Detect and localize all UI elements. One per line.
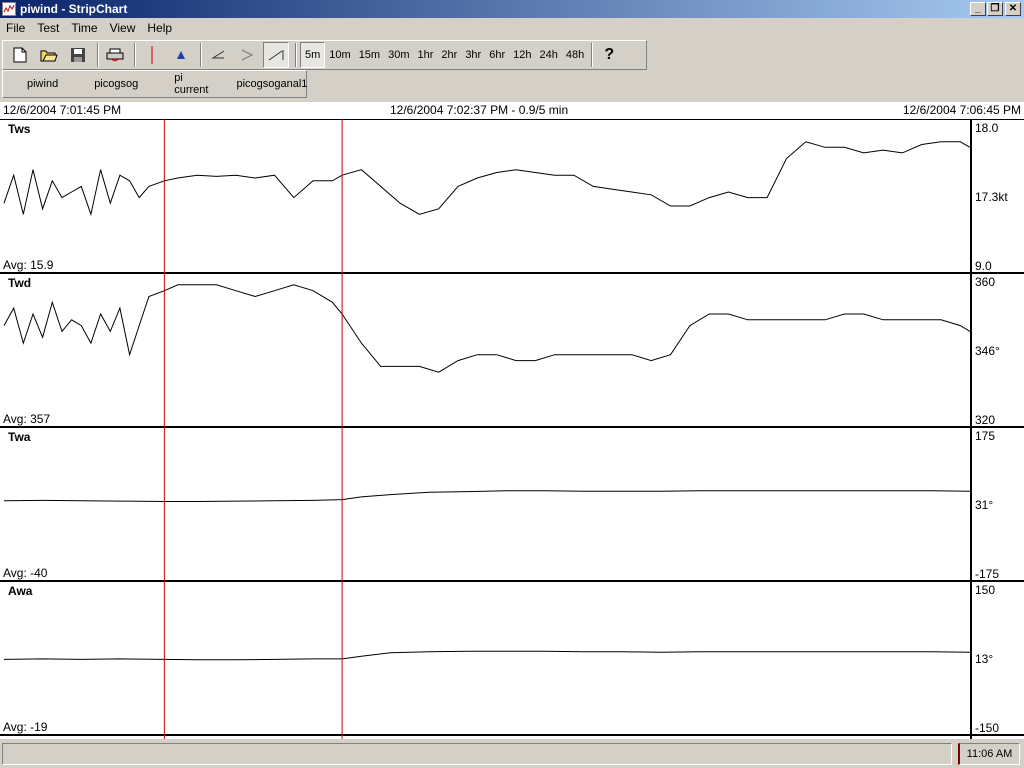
twd-axis-min: 320 [975, 413, 995, 427]
range-10m-button[interactable]: 10m [325, 42, 354, 68]
range-6hr-button[interactable]: 6hr [485, 42, 509, 68]
twa-series-name: Twa [8, 430, 31, 444]
twd-current-value: 346° [975, 344, 1000, 358]
range-48h-button[interactable]: 48h [562, 42, 588, 68]
start-time: 12/6/2004 7:01:45 PM [3, 103, 122, 117]
title-bar: piwind - StripChart _ ❐ ✕ [0, 0, 1024, 18]
tab-piwind[interactable]: piwind [3, 78, 70, 90]
range-24h-button[interactable]: 24h [535, 42, 561, 68]
tab-pi-current[interactable]: pi current [150, 72, 220, 96]
open-folder-icon[interactable] [36, 42, 62, 68]
range-30m-button[interactable]: 30m [384, 42, 413, 68]
twa-axis-min: -175 [975, 567, 999, 581]
awa-series-name: Awa [8, 584, 33, 598]
toolbar-separator [295, 43, 297, 67]
tws-current-value: 17.3kt [975, 190, 1008, 204]
tws-axis-max: 18.0 [975, 121, 999, 135]
tab-picogsog[interactable]: picogsog [70, 78, 150, 90]
app-chart-icon [2, 2, 16, 16]
save-icon[interactable] [65, 42, 91, 68]
tws-series-name: Tws [8, 122, 31, 136]
awa-series-line [3, 650, 971, 661]
twa-average-label: Avg: -40 [3, 566, 48, 580]
play-icon[interactable] [234, 42, 260, 68]
menu-bar: File Test Time View Help [0, 18, 1024, 38]
toolbar-separator [591, 43, 594, 67]
strip-chart-svg: Tws Avg: 15.9 18.0 17.3kt 9.0 Twd Avg: 357 360 3… [0, 118, 1024, 739]
twd-series-name: Twd [8, 276, 31, 290]
twa-series-line [3, 490, 971, 502]
range-2hr-button[interactable]: 2hr [437, 42, 461, 68]
tws-axis-min: 9.0 [975, 259, 992, 273]
twa-axis-max: 175 [975, 429, 995, 443]
twd-axis-max: 360 [975, 275, 995, 289]
tws-average-label: Avg: 15.9 [3, 258, 54, 272]
menu-view[interactable]: View [104, 21, 142, 35]
range-5m-button[interactable]: 5m [300, 42, 326, 68]
awa-axis-min: -150 [975, 721, 999, 735]
toolbar: 5m 10m 15m 30m 1hr 2hr 3hr 6hr 12h 24h 4… [2, 40, 647, 70]
window-title: piwind - StripChart [20, 2, 128, 16]
toolbar-separator [200, 43, 202, 67]
menu-test[interactable]: Test [31, 21, 65, 35]
help-icon[interactable]: ? [596, 42, 622, 68]
range-15m-button[interactable]: 15m [355, 42, 384, 68]
close-button[interactable]: ✕ [1005, 2, 1021, 16]
toolbar-separator [134, 43, 136, 67]
red-cursor-icon[interactable] [139, 42, 165, 68]
print-icon[interactable] [102, 42, 128, 68]
status-message-pane [2, 743, 952, 765]
minimize-button[interactable]: _ [970, 2, 986, 16]
range-1hr-button[interactable]: 1hr [414, 42, 438, 68]
tws-series-line [3, 141, 971, 217]
range-12h-button[interactable]: 12h [509, 42, 535, 68]
twa-current-value: 31° [975, 498, 993, 512]
awa-current-value: 13° [975, 652, 993, 666]
help-icon-glyph: ? [604, 46, 615, 63]
channel-tab-bar: piwind picogsog pi current picogsoganal1 [2, 70, 307, 98]
status-bar: 11:06 AM [0, 740, 1024, 768]
toolbar-separator [97, 43, 99, 67]
scroll-end-icon[interactable] [263, 42, 289, 68]
restore-button[interactable]: ❐ [987, 2, 1003, 16]
awa-axis-max: 150 [975, 583, 995, 597]
cursor-time: 12/6/2004 7:02:37 PM - 0.9/5 min [390, 103, 569, 117]
menu-file[interactable]: File [0, 21, 31, 35]
time-range-bar: 12/6/2004 7:01:45 PM 12/6/2004 7:02:37 P… [0, 102, 1024, 119]
awa-average-label: Avg: -19 [3, 720, 48, 734]
menu-time[interactable]: Time [65, 21, 103, 35]
twd-average-label: Avg: 357 [3, 412, 50, 426]
blue-marker-icon[interactable] [168, 42, 194, 68]
menu-help[interactable]: Help [141, 21, 178, 35]
range-3hr-button[interactable]: 3hr [461, 42, 485, 68]
end-time: 12/6/2004 7:06:45 PM [902, 103, 1021, 117]
clock: 11:06 AM [958, 743, 1020, 765]
strip-chart-area[interactable]: Tws Avg: 15.9 18.0 17.3kt 9.0 Twd Avg: 357 360 3… [0, 118, 1024, 739]
new-file-icon[interactable] [7, 42, 33, 68]
twd-series-line [3, 284, 971, 373]
tab-picogsoganal1[interactable]: picogsoganal1 [220, 78, 319, 90]
scroll-left-icon[interactable] [205, 42, 231, 68]
